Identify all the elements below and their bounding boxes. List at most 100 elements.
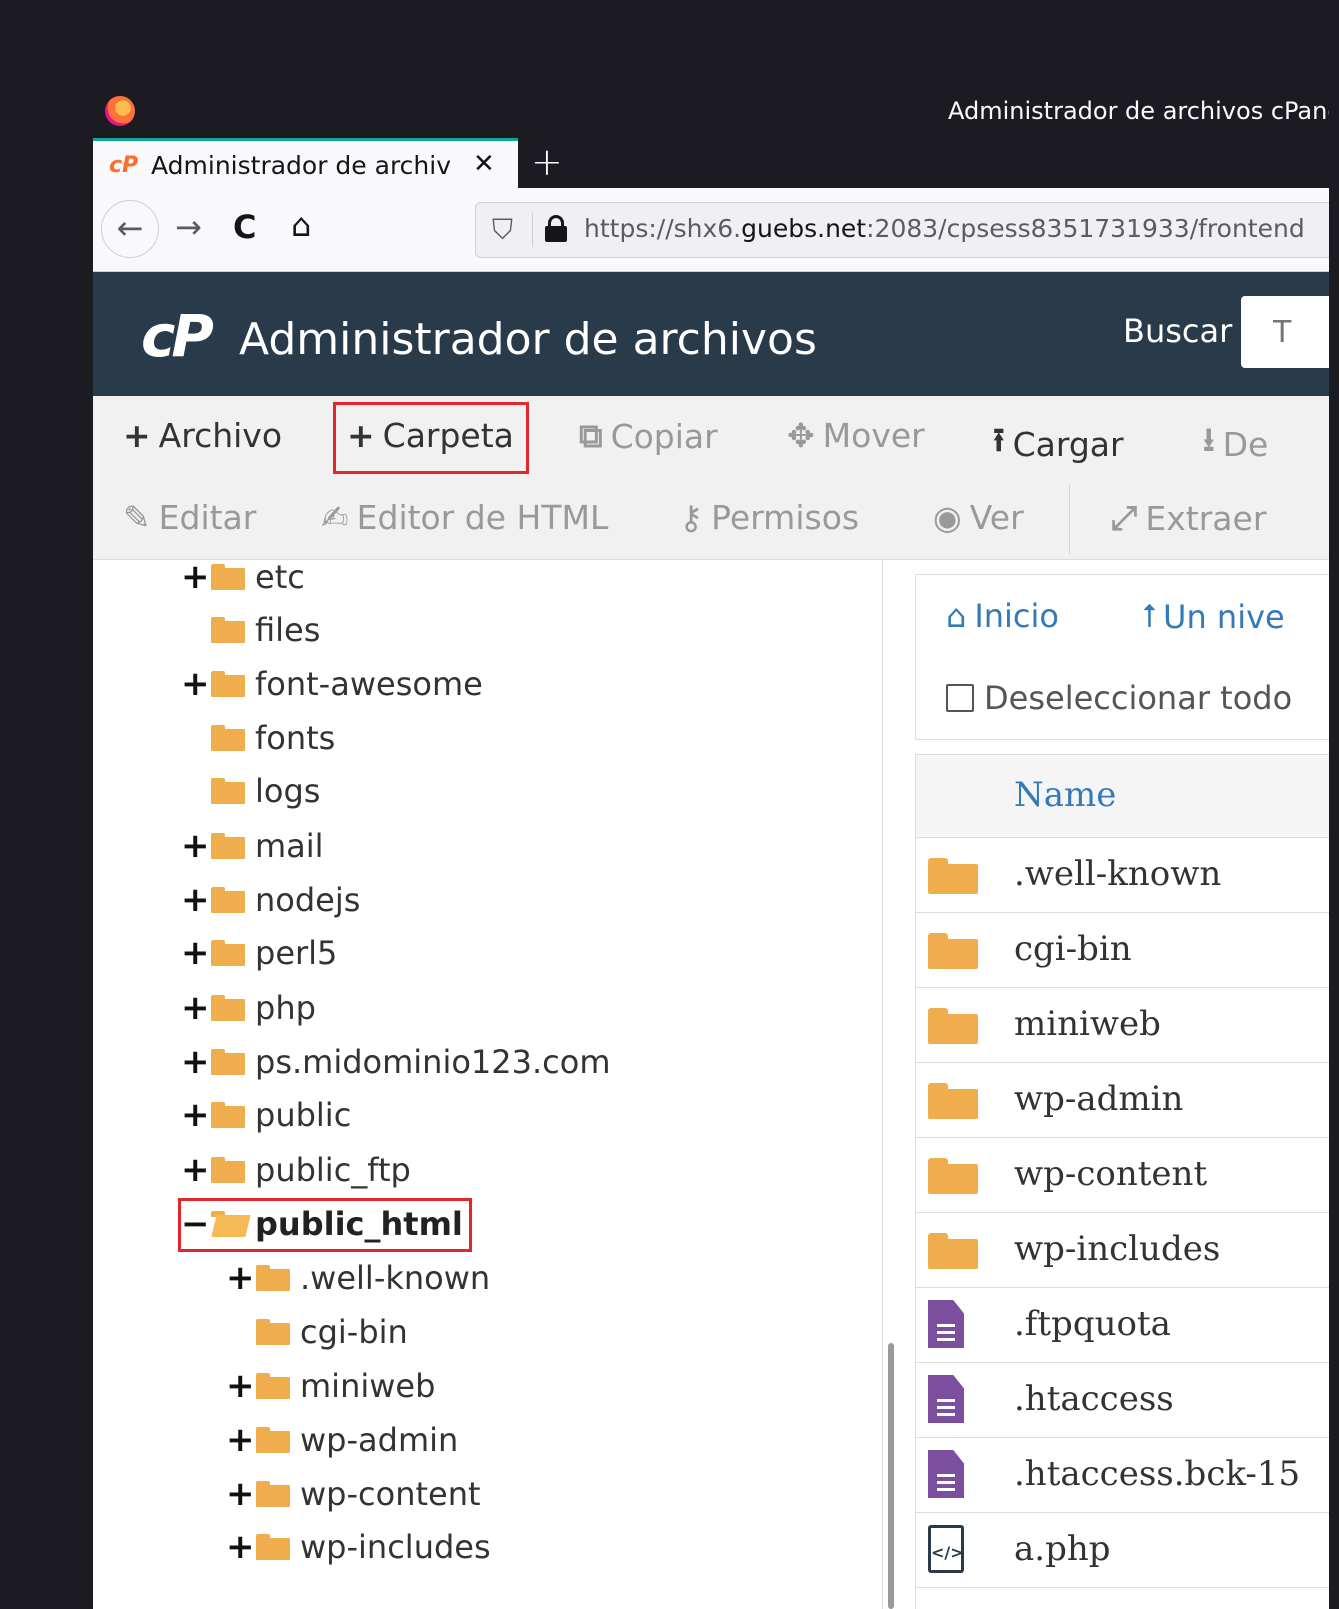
- folder-icon: [928, 1158, 978, 1194]
- file-row[interactable]: cgi-bin: [916, 913, 1329, 988]
- reload-button[interactable]: C: [233, 208, 256, 246]
- folder-icon: [928, 933, 978, 969]
- expand-toggle[interactable]: +: [181, 667, 210, 701]
- tree-item[interactable]: + public_ftp: [181, 1147, 411, 1193]
- move-button[interactable]: ✥ Mover: [787, 416, 925, 455]
- tree-item[interactable]: + ps.midominio123.com: [181, 1039, 611, 1085]
- desktop-background-right: [1329, 0, 1339, 1609]
- home-button[interactable]: ⌂: [291, 206, 311, 244]
- file-row[interactable]: </> a.php: [916, 1513, 1329, 1588]
- upload-button[interactable]: ⭱ Cargar: [993, 416, 1124, 472]
- plus-icon: +: [123, 416, 151, 455]
- tab-title: Administrador de archivos: [151, 151, 451, 180]
- file-row[interactable]: .htaccess.bck-15: [916, 1438, 1329, 1513]
- folder-icon: [211, 1102, 247, 1128]
- back-button[interactable]: ←: [101, 200, 159, 258]
- file-row[interactable]: wp-includes: [916, 1213, 1329, 1288]
- tree-item[interactable]: cgi-bin: [226, 1309, 408, 1355]
- file-row[interactable]: wp-admin: [916, 1063, 1329, 1138]
- file-panel: ⌂ Inicio ⭡ Un nive Deseleccionar todo Na…: [915, 574, 1329, 1609]
- tree-scrollbar[interactable]: [888, 1343, 894, 1609]
- expand-toggle[interactable]: +: [226, 1530, 255, 1564]
- expand-toggle[interactable]: +: [181, 991, 210, 1025]
- folder-icon: [256, 1481, 292, 1507]
- folder-icon: [211, 995, 247, 1021]
- new-tab-button[interactable]: +: [531, 140, 563, 184]
- file-row[interactable]: .htaccess: [916, 1363, 1329, 1438]
- new-file-button[interactable]: + Archivo: [123, 416, 282, 455]
- toolbar: + Archivo + Carpeta ⧉ Copiar ✥ Mover ⭱ C…: [93, 396, 1329, 560]
- tree-item[interactable]: + .well-known: [226, 1255, 490, 1301]
- expand-toggle[interactable]: +: [181, 829, 210, 863]
- tree-item[interactable]: + mail: [181, 823, 324, 869]
- expand-toggle[interactable]: +: [226, 1423, 255, 1457]
- permissions-button[interactable]: ⚷ Permisos: [679, 498, 859, 537]
- edit-button[interactable]: ✎ Editar: [123, 498, 256, 537]
- file-list-header: Name: [916, 754, 1329, 838]
- cpanel-favicon-icon: cP: [109, 153, 139, 178]
- tree-item[interactable]: + etc: [181, 560, 305, 600]
- name-column-header[interactable]: Name: [1014, 775, 1116, 815]
- download-button[interactable]: ⭳ De: [1203, 416, 1268, 472]
- expand-toggle[interactable]: +: [181, 936, 210, 970]
- expand-toggle[interactable]: +: [181, 1045, 210, 1079]
- file-row[interactable]: .ftpquota: [916, 1288, 1329, 1363]
- copy-button[interactable]: ⧉ Copiar: [579, 416, 718, 456]
- browser-window: Administrador de archivos cPanel cP Admi…: [93, 88, 1329, 1609]
- up-one-level-link[interactable]: ⭡ Un nive: [1142, 597, 1285, 636]
- folder-icon: [211, 887, 247, 913]
- cpanel-logo[interactable]: cP: [141, 302, 214, 370]
- expand-toggle[interactable]: +: [181, 1098, 210, 1132]
- home-link[interactable]: ⌂ Inicio: [946, 597, 1059, 635]
- folder-icon: [211, 1157, 247, 1183]
- file-row[interactable]: .well-known: [916, 838, 1329, 913]
- expand-toggle[interactable]: +: [181, 560, 210, 594]
- title-bar: Administrador de archivos cPanel: [93, 88, 1329, 138]
- tree-item[interactable]: + php: [181, 985, 316, 1031]
- tree-item[interactable]: + perl5: [181, 930, 337, 976]
- tree-item[interactable]: files: [181, 607, 320, 653]
- tree-item[interactable]: fonts: [181, 715, 335, 761]
- file-nav-box: ⌂ Inicio ⭡ Un nive Deseleccionar todo: [915, 574, 1329, 740]
- desktop-background-left: [0, 0, 93, 1609]
- tree-item[interactable]: + wp-admin: [226, 1417, 458, 1463]
- expand-arrows-icon: ⤢: [1111, 498, 1138, 537]
- lock-icon[interactable]: [544, 213, 568, 243]
- file-row[interactable]: miniweb: [916, 988, 1329, 1063]
- tree-item[interactable]: + miniweb: [226, 1363, 435, 1409]
- tree-item[interactable]: + wp-content: [226, 1471, 481, 1517]
- copy-icon: ⧉: [579, 416, 603, 455]
- deselect-all-button[interactable]: Deseleccionar todo: [946, 679, 1292, 717]
- search-label: Buscar: [1123, 312, 1233, 350]
- folder-icon: [211, 1049, 247, 1075]
- expand-toggle[interactable]: +: [226, 1261, 255, 1295]
- expand-toggle[interactable]: +: [226, 1369, 255, 1403]
- folder-icon: [211, 725, 247, 751]
- view-button[interactable]: ◉ Ver: [933, 498, 1024, 537]
- tab-strip: cP Administrador de archivos ✕ +: [93, 138, 1329, 188]
- folder-icon: [211, 833, 247, 859]
- url-text[interactable]: https://shx6.guebs.net:2083/cpsess835173…: [584, 214, 1305, 243]
- search-input[interactable]: [1241, 296, 1329, 368]
- tree-item[interactable]: + font-awesome: [181, 661, 483, 707]
- folder-icon: [928, 1008, 978, 1044]
- expand-toggle[interactable]: +: [181, 1153, 210, 1187]
- html-editor-button[interactable]: ✍ Editor de HTML: [321, 498, 608, 537]
- close-icon[interactable]: ✕: [473, 149, 495, 179]
- url-bar[interactable]: ⛉ https://shx6.guebs.net:2083/cpsess8351…: [475, 202, 1329, 258]
- tree-item[interactable]: + public: [181, 1092, 351, 1138]
- text-file-icon: [928, 1375, 964, 1423]
- expand-toggle[interactable]: +: [181, 883, 210, 917]
- tree-item[interactable]: + nodejs: [181, 877, 360, 923]
- extract-button[interactable]: ⤢ Extraer: [1111, 498, 1266, 538]
- shield-icon[interactable]: ⛉: [492, 213, 513, 247]
- folder-icon: [256, 1373, 292, 1399]
- tree-item[interactable]: logs: [181, 768, 320, 814]
- folder-tree: + etc files + font-awesome fonts logs + mai…: [93, 560, 883, 1609]
- tree-item[interactable]: + wp-includes: [226, 1524, 491, 1570]
- file-row[interactable]: wp-content: [916, 1138, 1329, 1213]
- tab-file-manager[interactable]: cP Administrador de archivos ✕: [93, 138, 518, 188]
- forward-button[interactable]: →: [175, 208, 202, 246]
- expand-toggle[interactable]: +: [226, 1477, 255, 1511]
- folder-icon: [256, 1427, 292, 1453]
